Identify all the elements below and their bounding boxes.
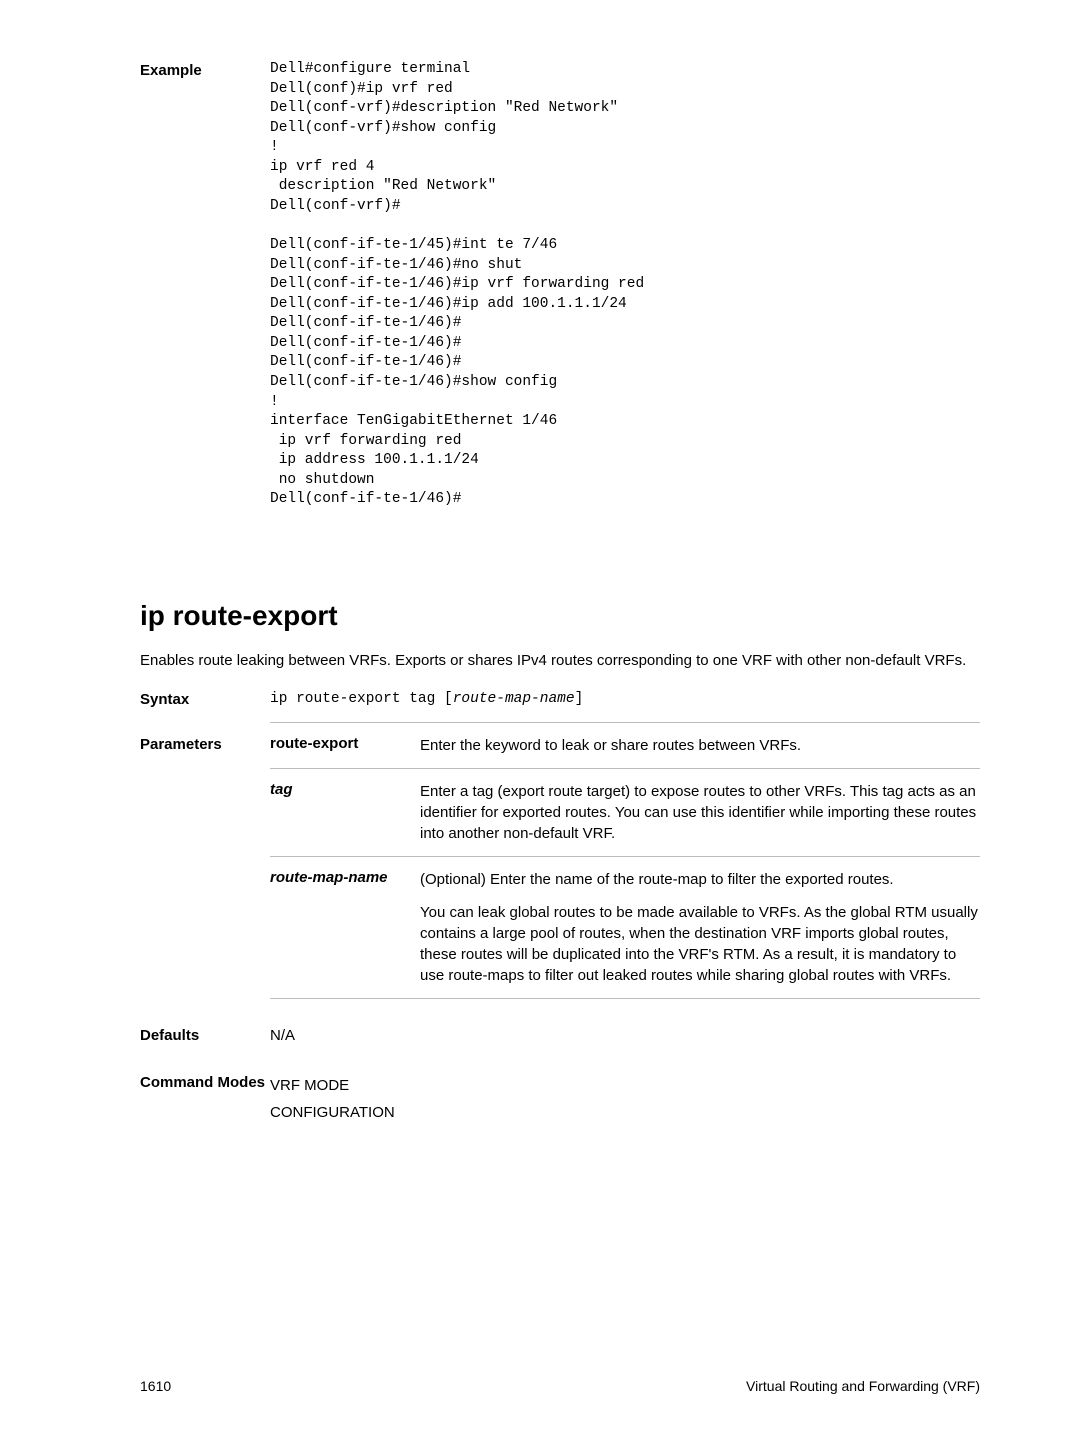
cmdmode-line1: VRF MODE xyxy=(270,1072,395,1099)
syntax-prefix: ip route-export tag [ xyxy=(270,691,453,707)
param-row: route-export Enter the keyword to leak o… xyxy=(270,722,980,768)
command-modes-label: Command Modes xyxy=(140,1072,270,1093)
page-number: 1610 xyxy=(140,1378,171,1394)
param-row: route-map-name (Optional) Enter the name… xyxy=(270,856,980,999)
param-desc: (Optional) Enter the name of the route-m… xyxy=(420,869,980,986)
syntax-label: Syntax xyxy=(140,691,270,708)
example-section: Example Dell#configure terminal Dell(con… xyxy=(140,60,980,510)
example-code: Dell#configure terminal Dell(conf)#ip vr… xyxy=(270,60,644,510)
parameters-table: route-export Enter the keyword to leak o… xyxy=(270,722,980,999)
parameters-label: Parameters xyxy=(140,722,270,753)
param-desc-p2: You can leak global routes to be made av… xyxy=(420,902,980,986)
param-name: route-export xyxy=(270,735,420,756)
section-heading: ip route-export xyxy=(140,600,980,632)
command-modes-row: Command Modes VRF MODE CONFIGURATION xyxy=(140,1072,980,1126)
section-description: Enables route leaking between VRFs. Expo… xyxy=(140,650,980,671)
defaults-label: Defaults xyxy=(140,1027,270,1044)
page-footer: 1610 Virtual Routing and Forwarding (VRF… xyxy=(140,1378,980,1394)
syntax-row: Syntax ip route-export tag [route-map-na… xyxy=(140,691,980,708)
syntax-suffix: ] xyxy=(575,691,584,707)
parameters-section: Parameters route-export Enter the keywor… xyxy=(140,722,980,999)
page-container: Example Dell#configure terminal Dell(con… xyxy=(0,0,1080,1434)
syntax-value: ip route-export tag [route-map-name] xyxy=(270,691,583,707)
defaults-value: N/A xyxy=(270,1027,295,1044)
param-desc-p1: (Optional) Enter the name of the route-m… xyxy=(420,869,980,890)
param-name: route-map-name xyxy=(270,869,420,986)
example-label: Example xyxy=(140,60,270,79)
defaults-row: Defaults N/A xyxy=(140,1027,980,1044)
param-name: tag xyxy=(270,781,420,844)
param-desc: Enter a tag (export route target) to exp… xyxy=(420,781,980,844)
syntax-arg: route-map-name xyxy=(453,691,575,707)
param-row: tag Enter a tag (export route target) to… xyxy=(270,768,980,856)
cmdmode-line2: CONFIGURATION xyxy=(270,1099,395,1126)
command-modes-value: VRF MODE CONFIGURATION xyxy=(270,1072,395,1126)
footer-title: Virtual Routing and Forwarding (VRF) xyxy=(746,1378,980,1394)
param-desc: Enter the keyword to leak or share route… xyxy=(420,735,980,756)
